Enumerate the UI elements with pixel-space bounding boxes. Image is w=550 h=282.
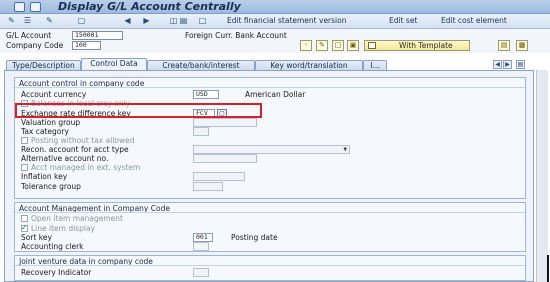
valuation-group-field[interactable] xyxy=(193,118,257,127)
chevron-down-icon: ▼ xyxy=(343,146,347,153)
create-icon[interactable]: ▢ xyxy=(76,16,87,26)
accounting-clerk-field[interactable] xyxy=(193,242,209,251)
recon-account-label: Recon. account for acct type xyxy=(21,145,129,154)
tab-type-description[interactable]: Type/Description xyxy=(6,60,81,70)
tab-list-icon[interactable]: ▤ xyxy=(516,60,525,69)
recovery-indicator-field[interactable] xyxy=(193,268,209,277)
inflation-key-field[interactable] xyxy=(193,172,245,181)
tab-more[interactable]: I... xyxy=(363,60,387,70)
divider-line xyxy=(547,255,549,282)
tax-category-field[interactable] xyxy=(193,127,209,136)
alternative-account-label: Alternative account no. xyxy=(21,154,109,163)
sort-key-label: Sort key xyxy=(21,233,52,242)
tolerance-group-field[interactable] xyxy=(193,182,223,191)
list-icon[interactable]: ▤ xyxy=(178,16,189,26)
line-item-label: Line item display xyxy=(31,224,95,233)
account-currency-field[interactable]: USD xyxy=(193,90,219,99)
sort-key-field[interactable]: 001 xyxy=(193,233,213,242)
account-currency-label: Account currency xyxy=(21,90,87,99)
with-template-button[interactable]: With Template xyxy=(364,40,470,51)
open-item-checkbox[interactable] xyxy=(21,215,28,222)
edit-icon[interactable]: ✎ xyxy=(44,16,55,26)
menu-icon[interactable] xyxy=(14,2,25,12)
acct-managed-label: Acct managed in ext. system xyxy=(31,163,141,172)
create-icon[interactable]: □ xyxy=(332,40,344,51)
tab-key-word-translation[interactable]: Key word/translation xyxy=(255,60,363,70)
display-icon[interactable]: ◦ xyxy=(300,40,312,51)
change-icon[interactable]: ✎ xyxy=(316,40,328,51)
copy-icon[interactable]: ▣ xyxy=(347,40,359,51)
tab-strip: Type/Description Control Data Create/ban… xyxy=(4,58,534,70)
save-icon[interactable] xyxy=(30,2,41,12)
accounting-clerk-label: Accounting clerk xyxy=(21,242,84,251)
template-icon xyxy=(368,42,376,49)
edit-set-button[interactable]: Edit set xyxy=(389,15,417,27)
tab-scroll-right-icon[interactable]: ▶ xyxy=(503,60,512,69)
display-change-icon[interactable]: ✎ xyxy=(6,16,17,26)
company-code-field[interactable]: 100 xyxy=(72,41,101,50)
acct-managed-checkbox[interactable] xyxy=(21,164,28,171)
control-data-panel: Account control in company code Account … xyxy=(4,70,534,282)
valuation-group-label: Valuation group xyxy=(21,118,81,127)
posting-without-tax-label: Posting without tax allowed xyxy=(31,136,135,145)
account-management-group: Account Management in Company Code Open … xyxy=(14,202,526,252)
previous-icon[interactable]: ◀ xyxy=(122,16,133,26)
document-icon[interactable]: □ xyxy=(197,16,208,26)
tolerance-group-label: Tolerance group xyxy=(21,182,81,191)
delete-icon[interactable]: ▤ xyxy=(498,40,510,51)
company-code-label: Company Code xyxy=(6,41,64,50)
gl-account-description: Foreign Curr. Bank Account xyxy=(185,31,287,40)
sort-key-description: Posting date xyxy=(231,233,278,242)
alternative-account-field[interactable] xyxy=(193,154,257,163)
joint-venture-group: Joint venture data in company code Recov… xyxy=(14,255,526,281)
application-toolbar: ✎ ☰ ✎ ▢ ◀ ▶ ◫ ▤ □ Edit financial stateme… xyxy=(0,14,550,29)
posting-without-tax-checkbox[interactable] xyxy=(21,137,28,144)
exchange-rate-highlight-box xyxy=(15,103,262,118)
open-item-label: Open item management xyxy=(31,214,123,223)
gl-account-label: G/L Account xyxy=(6,31,52,40)
tax-category-label: Tax category xyxy=(21,127,69,136)
vertical-scrollbar[interactable] xyxy=(536,70,548,282)
gl-account-field[interactable]: 150001 xyxy=(72,31,123,40)
edit-fs-version-button[interactable]: Edit financial statement version xyxy=(227,15,346,27)
recovery-indicator-label: Recovery Indicator xyxy=(21,268,92,277)
edit-cost-element-button[interactable]: Edit cost element xyxy=(441,15,507,27)
inflation-key-label: Inflation key xyxy=(21,172,68,181)
other-object-icon[interactable]: ☰ xyxy=(22,16,33,26)
account-control-group: Account control in company code Account … xyxy=(14,77,526,199)
tab-scroll-left-icon[interactable]: ◀ xyxy=(493,60,502,69)
title-bar: Display G/L Account Centrally xyxy=(0,0,550,14)
recon-account-dropdown[interactable]: ▼ xyxy=(193,145,350,154)
print-icon[interactable]: ▩ xyxy=(516,40,528,51)
account-currency-description: American Dollar xyxy=(245,90,306,99)
window-title: Display G/L Account Centrally xyxy=(58,0,241,13)
line-item-checkbox[interactable] xyxy=(21,223,28,232)
tab-control-data[interactable]: Control Data xyxy=(81,58,147,70)
next-icon[interactable]: ▶ xyxy=(141,16,152,26)
tab-create-bank-interest[interactable]: Create/bank/interest xyxy=(147,60,255,70)
